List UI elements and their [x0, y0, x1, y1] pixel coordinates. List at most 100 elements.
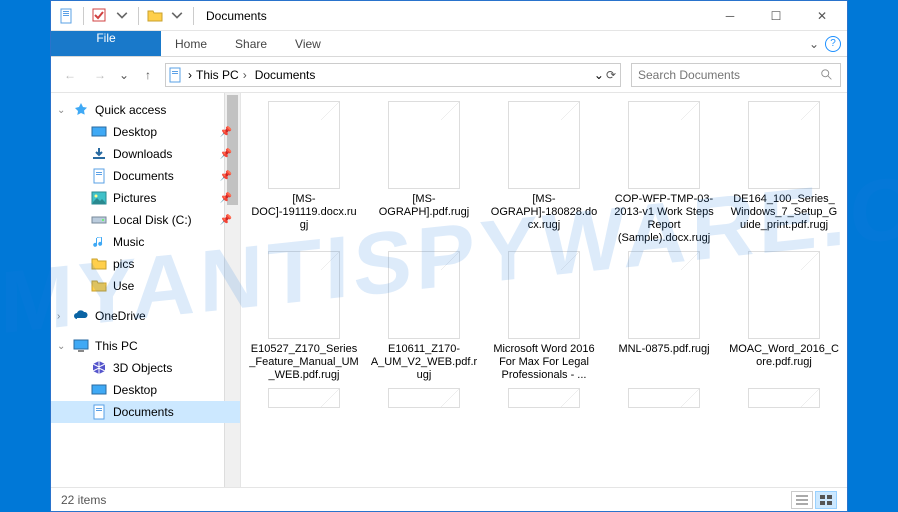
qat-dropdown-icon[interactable] — [112, 6, 132, 26]
item-icon — [91, 278, 107, 294]
sidebar-item-pictures[interactable]: Pictures📌 — [51, 187, 240, 209]
item-icon — [91, 190, 107, 206]
breadcrumb-this-pc[interactable]: This PC› — [196, 68, 251, 82]
item-icon — [91, 234, 107, 250]
sidebar-item-local-disk-c-[interactable]: Local Disk (C:)📌 — [51, 209, 240, 231]
tab-home[interactable]: Home — [161, 31, 221, 56]
item-icon — [91, 146, 107, 162]
file-thumbnail-icon — [268, 388, 340, 408]
item-icon — [91, 168, 107, 184]
sidebar-item-music[interactable]: Music — [51, 231, 240, 253]
sidebar-item-desktop[interactable]: Desktop📌 — [51, 121, 240, 143]
tab-file[interactable]: File — [51, 31, 161, 56]
item-icon — [91, 404, 107, 420]
file-list[interactable]: [MS-DOC]-191119.docx.rugj [MS-OGRAPH].pdf… — [241, 93, 847, 487]
pc-icon — [73, 338, 89, 354]
pin-icon: 📌 — [220, 193, 232, 204]
breadcrumb-documents[interactable]: Documents — [255, 68, 316, 82]
up-button[interactable]: ↑ — [135, 62, 161, 88]
file-name: MOAC_Word_2016_Core.pdf.rugj — [729, 343, 839, 369]
close-button[interactable]: ✕ — [799, 1, 845, 31]
file-item[interactable]: [MS-OGRAPH].pdf.rugj — [369, 101, 479, 245]
qat-dropdown2-icon[interactable] — [167, 6, 187, 26]
tab-view[interactable]: View — [281, 31, 335, 56]
file-item[interactable] — [729, 388, 839, 412]
minimize-button[interactable]: ─ — [707, 1, 753, 31]
file-item[interactable] — [609, 388, 719, 412]
address-bar[interactable]: › This PC› Documents ⌄ ⟳ — [165, 63, 621, 87]
back-button[interactable]: ← — [57, 62, 83, 88]
file-item[interactable] — [249, 388, 359, 412]
file-name: DE164_100_Series_Windows_7_Setup_Guide_p… — [729, 193, 839, 232]
sidebar-item-downloads[interactable]: Downloads📌 — [51, 143, 240, 165]
search-box[interactable] — [631, 63, 841, 87]
explorer-window: Documents ─ ☐ ✕ File Home Share View ⌄ ?… — [50, 0, 848, 512]
properties-icon[interactable] — [57, 6, 77, 26]
view-details-button[interactable] — [791, 491, 813, 509]
file-name: [MS-DOC]-191119.docx.rugj — [249, 193, 359, 232]
file-name: [MS-OGRAPH]-180828.docx.rugj — [489, 193, 599, 232]
sidebar-item-pics[interactable]: pics — [51, 253, 240, 275]
file-item[interactable]: COP-WFP-TMP-03-2013-v1 Work Steps Report… — [609, 101, 719, 245]
sidebar-onedrive[interactable]: › OneDrive — [51, 305, 240, 327]
sidebar-item-documents[interactable]: Documents📌 — [51, 165, 240, 187]
file-thumbnail-icon — [388, 388, 460, 408]
item-count: 22 items — [61, 493, 106, 507]
maximize-button[interactable]: ☐ — [753, 1, 799, 31]
sidebar-this-pc[interactable]: ⌄ This PC — [51, 335, 240, 357]
file-name: Microsoft Word 2016 For Max For Legal Pr… — [489, 343, 599, 382]
docs-icon — [168, 67, 184, 83]
chevron-right-icon[interactable]: › — [243, 68, 247, 82]
file-name: E10611_Z170-A_UM_V2_WEB.pdf.rugj — [369, 343, 479, 382]
file-thumbnail-icon — [628, 251, 700, 339]
sidebar-item-use[interactable]: Use — [51, 275, 240, 297]
checkbox-icon[interactable] — [90, 6, 110, 26]
sidebar-item-desktop[interactable]: Desktop — [51, 379, 240, 401]
file-item[interactable] — [489, 388, 599, 412]
file-item[interactable]: DE164_100_Series_Windows_7_Setup_Guide_p… — [729, 101, 839, 245]
chevron-down-icon[interactable]: ⌄ — [57, 105, 65, 116]
item-icon — [91, 382, 107, 398]
title-bar: Documents ─ ☐ ✕ — [51, 1, 847, 31]
status-bar: 22 items — [51, 487, 847, 511]
file-item[interactable]: [MS-DOC]-191119.docx.rugj — [249, 101, 359, 245]
folder-icon[interactable] — [145, 6, 165, 26]
file-item[interactable]: E10527_Z170_Series_Feature_Manual_UM_WEB… — [249, 251, 359, 382]
help-icon[interactable]: ? — [825, 36, 841, 52]
file-thumbnail-icon — [508, 251, 580, 339]
star-icon — [73, 102, 89, 118]
file-thumbnail-icon — [748, 251, 820, 339]
file-thumbnail-icon — [268, 251, 340, 339]
file-name: E10527_Z170_Series_Feature_Manual_UM_WEB… — [249, 343, 359, 382]
tab-share[interactable]: Share — [221, 31, 281, 56]
address-bar-row: ← → ⌄ ↑ › This PC› Documents ⌄ ⟳ — [51, 57, 847, 93]
file-item[interactable]: E10611_Z170-A_UM_V2_WEB.pdf.rugj — [369, 251, 479, 382]
cloud-icon — [73, 308, 89, 324]
file-item[interactable]: MOAC_Word_2016_Core.pdf.rugj — [729, 251, 839, 382]
file-thumbnail-icon — [748, 101, 820, 189]
view-large-icons-button[interactable] — [815, 491, 837, 509]
chevron-right-icon[interactable]: › — [57, 311, 60, 322]
chevron-right-icon[interactable]: › — [188, 68, 192, 82]
search-input[interactable] — [638, 68, 820, 82]
forward-button[interactable]: → — [87, 62, 113, 88]
ribbon-expand-icon[interactable]: ⌄ — [809, 37, 819, 51]
file-item[interactable] — [369, 388, 479, 412]
file-item[interactable]: MNL-0875.pdf.rugj — [609, 251, 719, 382]
window-title: Documents — [206, 9, 267, 23]
address-dropdown-icon[interactable]: ⌄ — [594, 68, 604, 82]
file-thumbnail-icon — [628, 101, 700, 189]
pin-icon: 📌 — [220, 215, 232, 226]
refresh-icon[interactable]: ⟳ — [606, 68, 616, 82]
file-item[interactable]: [MS-OGRAPH]-180828.docx.rugj — [489, 101, 599, 245]
search-icon — [820, 68, 834, 82]
file-name: [MS-OGRAPH].pdf.rugj — [369, 193, 479, 219]
file-thumbnail-icon — [508, 388, 580, 408]
chevron-down-icon[interactable]: ⌄ — [57, 341, 65, 352]
navigation-pane: ⌄ Quick access Desktop📌Downloads📌Documen… — [51, 93, 241, 487]
file-item[interactable]: Microsoft Word 2016 For Max For Legal Pr… — [489, 251, 599, 382]
sidebar-quick-access[interactable]: ⌄ Quick access — [51, 99, 240, 121]
sidebar-item-3d-objects[interactable]: 3D Objects — [51, 357, 240, 379]
history-dropdown-icon[interactable]: ⌄ — [117, 68, 131, 82]
sidebar-item-documents[interactable]: Documents — [51, 401, 240, 423]
